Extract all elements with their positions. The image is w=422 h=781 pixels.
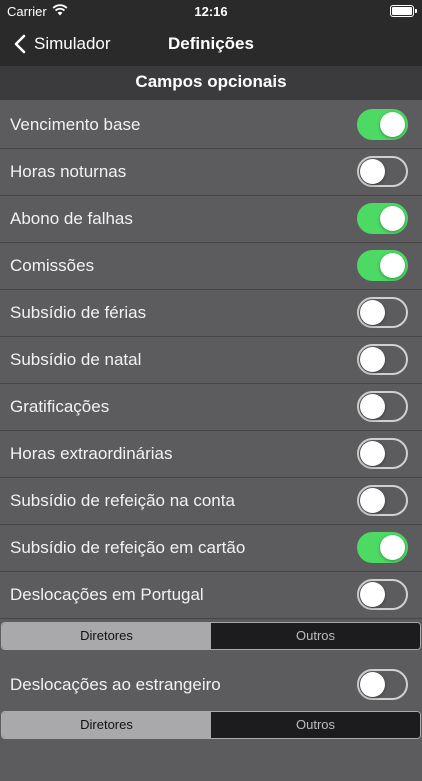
setting-row-label: Horas noturnas <box>10 162 127 181</box>
section-header: Campos opcionais <box>0 66 422 100</box>
back-button[interactable]: Simulador <box>10 22 111 66</box>
toggle-switch[interactable] <box>357 669 408 700</box>
setting-row-label: Subsídio de natal <box>10 350 142 369</box>
status-bar: Carrier 12:16 <box>0 0 422 22</box>
toggle-switch[interactable] <box>357 156 408 187</box>
setting-row-label: Comissões <box>10 256 95 275</box>
setting-row: Subsídio de férias <box>0 290 422 337</box>
segmented-control-deslocacoes-estrangeiro: Diretores Outros <box>1 711 421 739</box>
setting-row: Horas extraordinárias <box>0 431 422 478</box>
setting-row-partial <box>0 751 422 781</box>
toggle-knob <box>380 112 405 137</box>
toggle-knob <box>360 300 385 325</box>
setting-row-label: Gratificações <box>10 397 110 416</box>
toggle-switch[interactable] <box>357 485 408 516</box>
setting-row: Gratificações <box>0 384 422 431</box>
toggle-knob <box>360 347 385 372</box>
setting-row-label: Abono de falhas <box>10 209 133 228</box>
settings-list: Vencimento base Horas noturnas Abono de fa… <box>0 102 422 781</box>
toggle-switch[interactable] <box>357 250 408 281</box>
toggle-switch[interactable] <box>357 344 408 375</box>
setting-row: Subsídio de refeição na conta <box>0 478 422 525</box>
setting-row: Vencimento base <box>0 102 422 149</box>
segment-outros[interactable]: Outros <box>211 623 420 649</box>
setting-row: Comissões <box>0 243 422 290</box>
battery-icon <box>390 5 417 17</box>
toggle-switch[interactable] <box>357 438 408 469</box>
setting-row-label: Subsídio de refeição em cartão <box>10 538 246 557</box>
setting-row-label: Subsídio de refeição na conta <box>10 491 235 510</box>
toggle-rows: Vencimento base Horas noturnas Abono de fa… <box>0 102 422 619</box>
segment-outros[interactable]: Outros <box>211 712 420 738</box>
setting-row-label: Deslocações em Portugal <box>10 585 204 604</box>
toggle-knob <box>360 488 385 513</box>
setting-row: Subsídio de refeição em cartão <box>0 525 422 572</box>
toggle-switch[interactable] <box>357 532 408 563</box>
segment-diretores[interactable]: Diretores <box>2 712 211 738</box>
setting-row-label: Deslocações ao estrangeiro <box>10 675 221 694</box>
toggle-switch[interactable] <box>357 391 408 422</box>
toggle-switch[interactable] <box>357 203 408 234</box>
toggle-switch[interactable] <box>357 109 408 140</box>
setting-row: Abono de falhas <box>0 196 422 243</box>
setting-row-label: Vencimento base <box>10 115 141 134</box>
setting-row-label: Subsídio de férias <box>10 303 147 322</box>
segmented-control-deslocacoes-portugal: Diretores Outros <box>1 622 421 650</box>
toggle-knob <box>360 394 385 419</box>
navigation-bar: Simulador Definições <box>0 22 422 66</box>
toggle-knob <box>380 535 405 560</box>
segment-diretores[interactable]: Diretores <box>2 623 211 649</box>
toggle-knob <box>380 253 405 278</box>
status-time: 12:16 <box>194 4 228 19</box>
setting-row-label: Horas extraordinárias <box>10 444 173 463</box>
toggle-switch[interactable] <box>357 297 408 328</box>
chevron-left-icon <box>14 34 26 54</box>
toggle-knob <box>360 441 385 466</box>
toggle-knob <box>360 672 385 697</box>
setting-row: Horas noturnas <box>0 149 422 196</box>
setting-row: Deslocações em Portugal <box>0 572 422 619</box>
toggle-switch[interactable] <box>357 579 408 610</box>
back-button-label: Simulador <box>34 34 111 53</box>
toggle-knob <box>360 159 385 184</box>
setting-row: Subsídio de natal <box>0 337 422 384</box>
toggle-knob <box>380 206 405 231</box>
setting-row-deslocacoes-estrangeiro: Deslocações ao estrangeiro <box>0 662 422 708</box>
toggle-knob <box>360 582 385 607</box>
